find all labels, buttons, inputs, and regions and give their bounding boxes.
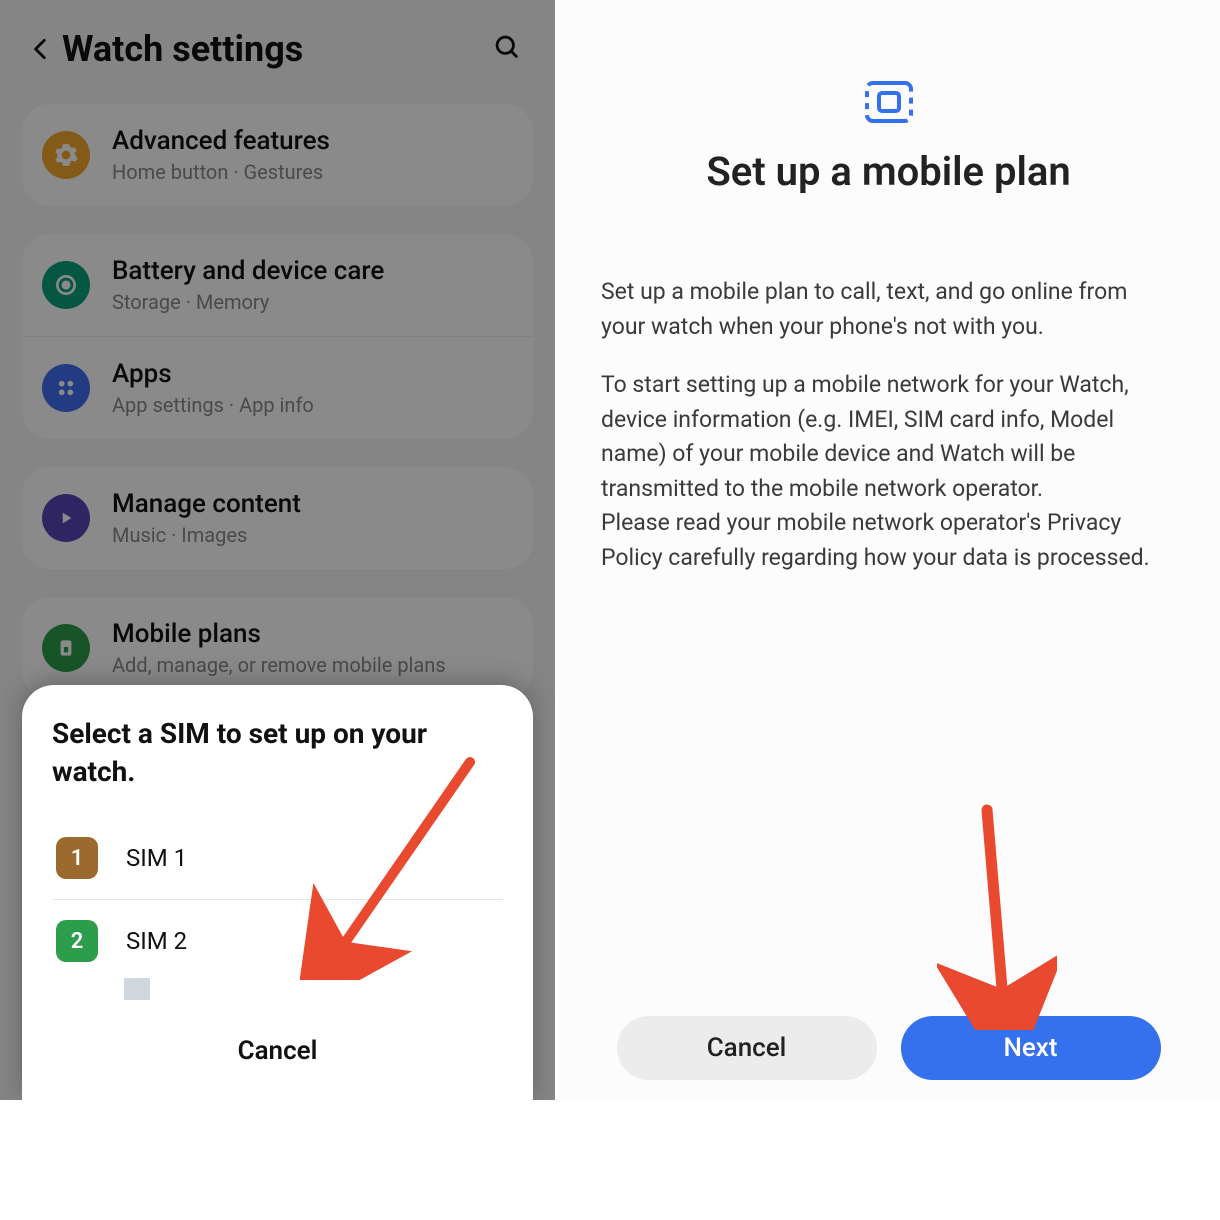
modal-cancel-button[interactable]: Cancel <box>52 1014 503 1090</box>
gear-icon <box>42 131 90 179</box>
settings-group: Manage content Music · Images <box>22 467 533 569</box>
play-icon <box>42 494 90 542</box>
settings-group: Battery and device care Storage · Memory… <box>22 234 533 439</box>
modal-title: Select a SIM to set up on your watch. <box>52 715 503 791</box>
page-title: Set up a mobile plan <box>601 148 1176 195</box>
sim-option-1[interactable]: 1 SIM 1 <box>52 817 503 899</box>
sim-label: SIM 2 <box>126 927 187 955</box>
watch-settings-screen: Watch settings Advanced features Home bu… <box>0 0 555 1100</box>
search-icon[interactable] <box>493 33 527 65</box>
row-text: Manage content Music · Images <box>112 489 301 547</box>
back-icon[interactable] <box>28 36 62 62</box>
sim-option-2[interactable]: 2 SIM 2 <box>52 899 503 982</box>
sim-chip-icon: 1 <box>56 837 98 879</box>
cancel-button[interactable]: Cancel <box>617 1016 877 1080</box>
page-title: Watch settings <box>62 28 493 70</box>
settings-header: Watch settings <box>0 0 555 104</box>
row-text: Battery and device care Storage · Memory <box>112 256 384 314</box>
settings-item-manage-content[interactable]: Manage content Music · Images <box>22 467 533 569</box>
button-row: Cancel Next <box>597 1016 1180 1080</box>
row-text: Mobile plans Add, manage, or remove mobi… <box>112 619 446 677</box>
grid-icon <box>42 364 90 412</box>
settings-item-battery[interactable]: Battery and device care Storage · Memory <box>22 234 533 336</box>
settings-group: Mobile plans Add, manage, or remove mobi… <box>22 597 533 699</box>
annotation-arrow-icon <box>937 800 1057 1030</box>
settings-item-advanced-features[interactable]: Advanced features Home button · Gestures <box>22 104 533 206</box>
paragraph-2: To start setting up a mobile network for… <box>601 368 1176 575</box>
sim-chip-icon: 2 <box>56 920 98 962</box>
next-button[interactable]: Next <box>901 1016 1161 1080</box>
setup-mobile-plan-screen: Set up a mobile plan Set up a mobile pla… <box>555 0 1220 1100</box>
select-sim-modal: Select a SIM to set up on your watch. 1 … <box>22 685 533 1100</box>
row-text: Apps App settings · App info <box>112 359 314 417</box>
sim-icon <box>42 624 90 672</box>
settings-item-mobile-plans[interactable]: Mobile plans Add, manage, or remove mobi… <box>22 597 533 699</box>
paragraph-1: Set up a mobile plan to call, text, and … <box>601 275 1176 344</box>
sim-label: SIM 1 <box>126 844 187 872</box>
settings-item-apps[interactable]: Apps App settings · App info <box>22 336 533 439</box>
esim-icon <box>601 80 1176 124</box>
settings-group: Advanced features Home button · Gestures <box>22 104 533 206</box>
sim-detail-placeholder <box>124 978 150 1000</box>
row-text: Advanced features Home button · Gestures <box>112 126 330 184</box>
body-text: Set up a mobile plan to call, text, and … <box>601 275 1176 575</box>
target-icon <box>42 261 90 309</box>
